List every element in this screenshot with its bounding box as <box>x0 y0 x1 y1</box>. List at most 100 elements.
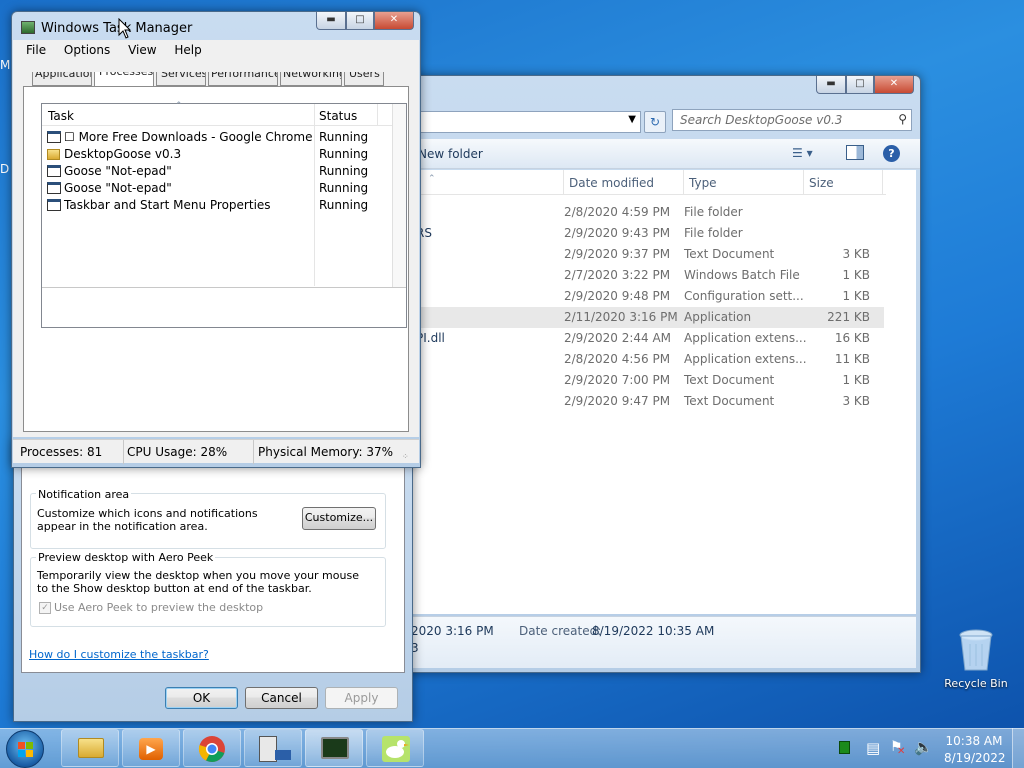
task-manager-tray-icon[interactable] <box>839 741 850 754</box>
view-options-icon[interactable]: ☰ ▾ <box>792 146 813 160</box>
resize-grip-icon[interactable]: ⁘ <box>402 452 409 461</box>
minimize-button[interactable]: ▬ <box>316 12 346 30</box>
file-row[interactable]: 2/9/2020 9:48 PM Configuration sett... 1 K… <box>406 286 884 307</box>
file-size: 1 KB <box>842 268 870 282</box>
explorer-window[interactable]: ▬ □ ✕ ▼ ↻ Search DesktopGoose v0.3 ⚲ New… <box>405 75 921 673</box>
window-icon <box>47 165 61 177</box>
task-row[interactable]: Goose "Not-epad" Running <box>42 163 392 180</box>
task-list[interactable]: ⌃ Task Status ☐ More Free Downloads - Go… <box>41 101 407 328</box>
recycle-bin[interactable]: Recycle Bin <box>944 628 1008 698</box>
help-icon[interactable]: ? <box>883 145 900 162</box>
column-size[interactable]: Size <box>809 176 834 190</box>
file-type: Configuration sett... <box>684 289 804 303</box>
search-icon[interactable]: ⚲ <box>898 112 907 126</box>
window-icon <box>47 182 61 194</box>
tab-users[interactable]: Users <box>344 72 384 86</box>
column-status[interactable]: Status <box>319 109 357 123</box>
tab-strip: Applications Processes Services Performa… <box>32 72 410 86</box>
file-row[interactable]: 2/11/2020 3:16 PM Application 221 KB <box>406 307 884 328</box>
file-row[interactable]: 2/9/2020 9:47 PM Text Document 3 KB <box>406 391 884 412</box>
clock-date[interactable]: 8/19/2022 <box>944 751 1006 765</box>
help-link[interactable]: How do I customize the taskbar? <box>29 648 209 661</box>
tab-content-panel: ⌃ Task Status ☐ More Free Downloads - Go… <box>23 86 409 432</box>
file-type: Text Document <box>684 394 775 408</box>
file-type: Application extens... <box>684 352 807 366</box>
network-icon[interactable]: ▤ <box>866 739 880 757</box>
notification-area-text: Customize which icons and notifications … <box>37 507 258 533</box>
status-cpu-usage: CPU Usage: 28% <box>127 445 228 459</box>
close-button[interactable]: ✕ <box>374 12 414 30</box>
cancel-button[interactable]: Cancel <box>245 687 318 709</box>
menu-view[interactable]: View <box>128 43 156 57</box>
ok-button[interactable]: OK <box>165 687 238 709</box>
column-task[interactable]: Task <box>48 109 74 123</box>
file-row[interactable]: 2/8/2020 4:59 PM File folder <box>406 202 884 223</box>
vertical-scrollbar[interactable] <box>392 104 406 287</box>
file-row[interactable]: 2/7/2020 3:22 PM Windows Batch File 1 KB <box>406 265 884 286</box>
task-row[interactable]: Taskbar and Start Menu Properties Running <box>42 197 392 214</box>
maximize-button[interactable]: □ <box>346 12 374 30</box>
file-date: 2/8/2020 4:56 PM <box>564 352 671 366</box>
file-row[interactable]: RS 2/9/2020 9:43 PM File folder <box>406 223 884 244</box>
file-date: 2/9/2020 9:48 PM <box>564 289 671 303</box>
new-folder-button[interactable]: New folder <box>418 147 483 161</box>
address-bar[interactable]: ▼ <box>416 111 641 133</box>
taskbar-goose-button[interactable] <box>366 729 424 767</box>
task-row[interactable]: Goose "Not-epad" Running <box>42 180 392 197</box>
window-icon <box>47 199 61 211</box>
file-row[interactable]: 2/8/2020 4:56 PM Application extens... 11 … <box>406 349 884 370</box>
aero-peek-checkbox[interactable]: ✓ <box>39 602 51 614</box>
tab-performance[interactable]: Performance <box>208 72 278 86</box>
volume-icon[interactable]: 🔈 <box>914 738 933 756</box>
aero-peek-title: Preview desktop with Aero Peek <box>36 551 216 564</box>
file-list[interactable]: ⌃ Date modified Type Size 2/8/2020 4:59 … <box>406 170 916 614</box>
file-row[interactable]: 2/9/2020 9:37 PM Text Document 3 KB <box>406 244 884 265</box>
status-processes: Processes: 81 <box>20 445 103 459</box>
tab-applications[interactable]: Applications <box>32 72 92 86</box>
task-manager-window[interactable]: Windows Task Manager ▬ □ ✕ File Options … <box>11 11 421 468</box>
file-type: Windows Batch File <box>684 268 800 282</box>
preview-pane-icon[interactable] <box>846 145 864 160</box>
maximize-button[interactable]: □ <box>846 76 874 94</box>
taskbar-media-player-button[interactable]: ▶ <box>122 729 180 767</box>
menu-file[interactable]: File <box>26 43 46 57</box>
menu-options[interactable]: Options <box>64 43 110 57</box>
close-button[interactable]: ✕ <box>874 76 914 94</box>
search-field[interactable]: Search DesktopGoose v0.3 ⚲ <box>672 109 912 131</box>
file-row[interactable]: 2/9/2020 7:00 PM Text Document 1 KB <box>406 370 884 391</box>
mouse-cursor-icon <box>118 18 132 39</box>
task-row[interactable]: DesktopGoose v0.3 Running <box>42 146 392 163</box>
alert-x-icon: ✕ <box>897 746 906 757</box>
task-rows: ☐ More Free Downloads - Google Chrome Run… <box>42 129 392 219</box>
tab-services[interactable]: Services <box>156 72 206 86</box>
taskbar-properties-button[interactable] <box>244 729 302 767</box>
refresh-icon[interactable]: ↻ <box>644 111 666 133</box>
taskbar-chrome-button[interactable] <box>183 729 241 767</box>
taskbar-task-manager-button[interactable] <box>305 729 363 767</box>
folder-icon <box>47 149 60 160</box>
taskbar-explorer-button[interactable] <box>61 729 119 767</box>
customize-button[interactable]: Customize... <box>302 507 376 530</box>
file-size: 16 KB <box>834 331 870 345</box>
apply-button[interactable]: Apply <box>325 687 398 709</box>
details-date-modified: 2020 3:16 PM <box>411 624 494 638</box>
file-date: 2/9/2020 9:47 PM <box>564 394 671 408</box>
file-row[interactable]: PI.dll 2/9/2020 2:44 AM Application extens… <box>406 328 884 349</box>
task-manager-icon <box>321 737 349 759</box>
column-date-modified[interactable]: Date modified <box>569 176 654 190</box>
menu-help[interactable]: Help <box>174 43 201 57</box>
tab-networking[interactable]: Networking <box>280 72 342 86</box>
taskbar-properties-window[interactable]: Notification area Customize which icons … <box>13 440 413 722</box>
tab-processes[interactable]: Processes <box>94 72 154 86</box>
minimize-button[interactable]: ▬ <box>816 76 846 94</box>
clock-time[interactable]: 10:38 AM <box>944 734 1004 748</box>
chevron-down-icon[interactable]: ▼ <box>628 114 636 125</box>
column-type[interactable]: Type <box>689 176 717 190</box>
window-title: Windows Task Manager <box>41 21 193 36</box>
task-row[interactable]: ☐ More Free Downloads - Google Chrome Run… <box>42 129 392 146</box>
file-type: Text Document <box>684 247 775 261</box>
show-desktop-button[interactable] <box>1012 728 1024 768</box>
start-button[interactable] <box>6 730 44 768</box>
file-size: 221 KB <box>827 310 870 324</box>
status-physical-memory: Physical Memory: 37% <box>258 445 394 459</box>
